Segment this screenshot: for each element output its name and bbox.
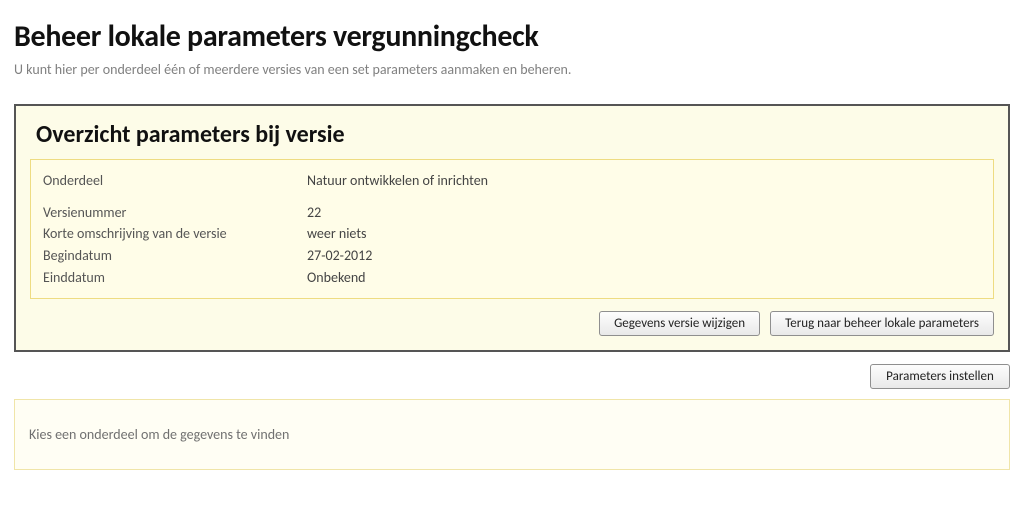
overview-details: Onderdeel Natuur ontwikkelen of inrichte…: [30, 159, 994, 299]
row-begindatum: Begindatum 27-02-2012: [43, 245, 981, 267]
value-versienummer: 22: [307, 202, 321, 224]
hint-text: Kies een onderdeel om de gegevens te vin…: [29, 426, 289, 443]
row-einddatum: Einddatum Onbekend: [43, 267, 981, 289]
overview-title: Overzicht parameters bij versie: [36, 120, 994, 149]
label-einddatum: Einddatum: [43, 267, 307, 289]
row-onderdeel: Onderdeel Natuur ontwikkelen of inrichte…: [43, 170, 981, 192]
value-einddatum: Onbekend: [307, 267, 366, 289]
actions-row: Parameters instellen: [14, 360, 1010, 399]
label-korte-omschrijving: Korte omschrijving van de versie: [43, 223, 307, 245]
value-onderdeel: Natuur ontwikkelen of inrichten: [307, 170, 488, 192]
page-subtitle: U kunt hier per onderdeel één of meerder…: [14, 61, 1010, 78]
value-korte-omschrijving: weer niets: [307, 223, 367, 245]
hint-panel: Kies een onderdeel om de gegevens te vin…: [14, 399, 1010, 470]
value-begindatum: 27-02-2012: [307, 245, 372, 267]
parameters-instellen-button[interactable]: Parameters instellen: [870, 364, 1010, 389]
label-onderdeel: Onderdeel: [43, 170, 307, 192]
label-begindatum: Begindatum: [43, 245, 307, 267]
gegevens-wijzigen-button[interactable]: Gegevens versie wijzigen: [599, 311, 760, 336]
terug-button[interactable]: Terug naar beheer lokale parameters: [770, 311, 994, 336]
row-korte-omschrijving: Korte omschrijving van de versie weer ni…: [43, 223, 981, 245]
label-versienummer: Versienummer: [43, 202, 307, 224]
page-title: Beheer lokale parameters vergunningcheck: [14, 18, 1010, 55]
row-versienummer: Versienummer 22: [43, 202, 981, 224]
overview-panel: Overzicht parameters bij versie Onderdee…: [14, 104, 1010, 352]
overview-button-row: Gegevens versie wijzigen Terug naar behe…: [30, 311, 994, 336]
